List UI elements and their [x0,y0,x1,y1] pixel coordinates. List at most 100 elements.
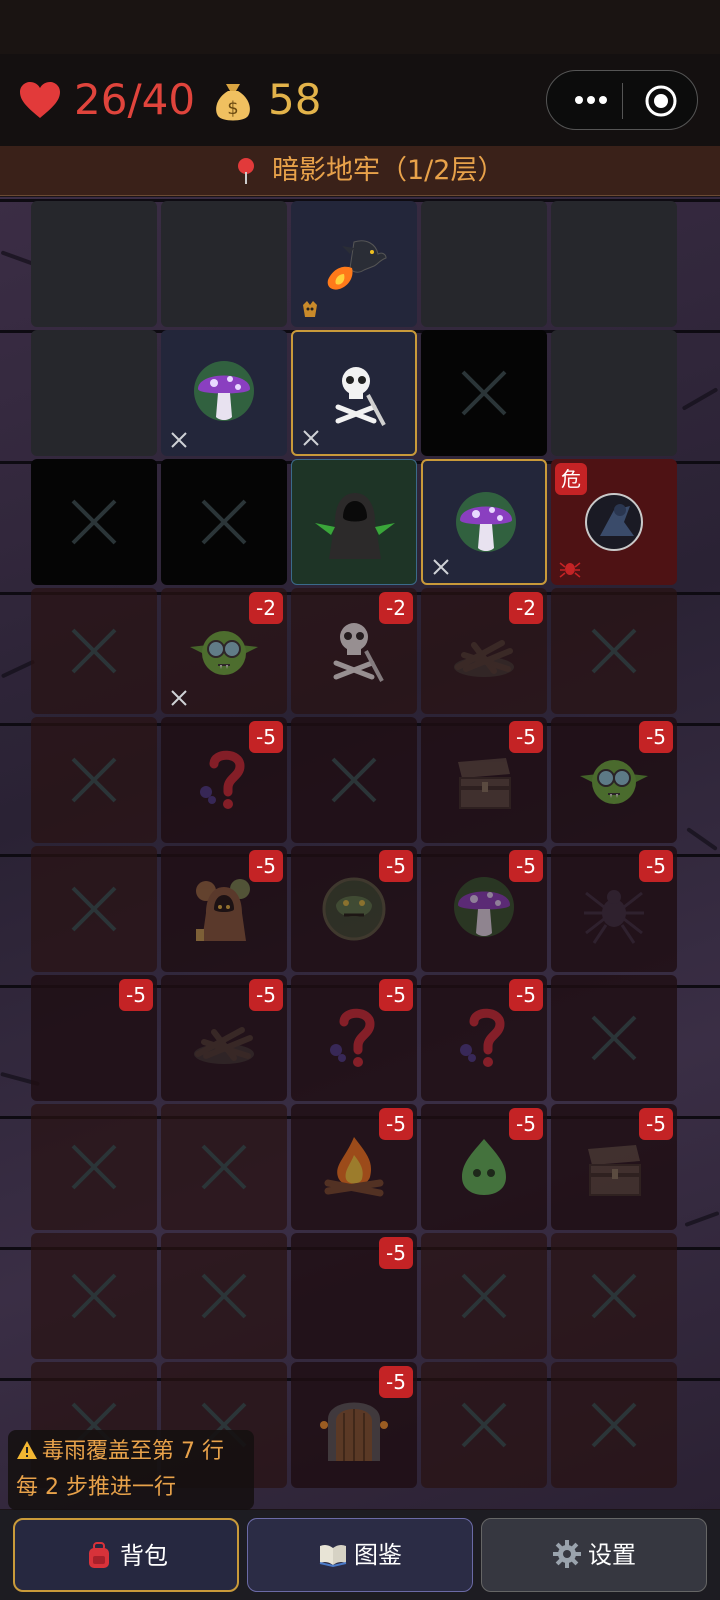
settings-label: 设置 [588,1541,636,1569]
board-cell[interactable] [161,330,287,456]
board-cell[interactable] [421,1233,547,1359]
damage-badge: -5 [509,1108,543,1140]
board-cell[interactable]: -5 [161,846,287,972]
board-cell[interactable]: -2 [421,588,547,714]
board-cell[interactable] [31,459,157,585]
codex-label: 图鉴 [354,1541,402,1569]
board-cell[interactable] [31,717,157,843]
blocked-x-icon [71,757,117,803]
board-cell[interactable]: -5 [421,1104,547,1230]
board-cell[interactable]: -5 [161,975,287,1101]
board-cell[interactable]: 危 [551,459,677,585]
bottom-nav: 背包 图鉴 设置 [0,1510,720,1600]
money-bag-icon: $ [216,84,250,121]
board-cell[interactable] [551,1233,677,1359]
capsule-divider [622,83,623,119]
board-cell[interactable] [551,975,677,1101]
blocked-x-icon [461,1273,507,1319]
damage-badge: -5 [379,1366,413,1398]
damage-badge: -2 [509,592,543,624]
board-cell[interactable]: -5 [551,1104,677,1230]
board-cell[interactable] [421,459,547,585]
dungeon-board: 危 -2 -2 -2 -5 -5 -5 -5 -5 -5 -5 -5 -5 -5 -5 -5 -5 -5 -5 -5 [0,197,720,1509]
svg-text:$: $ [227,98,238,119]
location-title: 暗影地牢（1/2层） [272,155,505,186]
board-cell[interactable]: -5 [291,975,417,1101]
crossed-swords-icon [171,432,187,448]
gold-counter: 58 [268,75,322,124]
damage-badge: -5 [249,979,283,1011]
board-cell[interactable] [161,459,287,585]
board-cell[interactable] [31,330,157,456]
blocked-x-icon [71,1273,117,1319]
damage-badge: -5 [509,850,543,882]
blocked-x-icon [71,1144,117,1190]
damage-badge: -5 [379,1108,413,1140]
board-cell[interactable] [161,1233,287,1359]
more-dots-icon[interactable] [571,88,611,112]
backpack-label: 背包 [120,1542,168,1570]
codex-button[interactable]: 图鉴 [247,1518,473,1592]
poison-rain-notice: 毒雨覆盖至第 7 行 每 2 步推进一行 [8,1430,254,1510]
board-cell[interactable] [551,1362,677,1488]
damage-badge: -5 [639,721,673,753]
fire-dragon-icon [327,240,387,290]
hooded-hero-icon [315,493,395,559]
blocked-x-icon [461,1402,507,1448]
damage-badge: -5 [379,1237,413,1269]
hp-counter: 26/40 [74,75,196,124]
board-cell[interactable] [31,1104,157,1230]
damage-badge: -5 [639,850,673,882]
backpack-button[interactable]: 背包 [13,1518,239,1592]
board-cell[interactable]: -2 [161,588,287,714]
top-hud: 26/40 $ 58 [0,54,720,146]
board-cell[interactable] [291,717,417,843]
board-cell[interactable] [551,588,677,714]
board-cell[interactable] [421,201,547,327]
target-close-icon[interactable] [643,83,679,119]
board-cell[interactable] [31,588,157,714]
board-cell[interactable]: -2 [291,588,417,714]
board-cell[interactable]: -5 [291,1362,417,1488]
board-cell[interactable] [421,330,547,456]
board-cell[interactable] [161,1104,287,1230]
board-cell[interactable] [31,1233,157,1359]
gear-icon [553,1540,581,1568]
danger-badge: 危 [555,463,587,495]
board-cell[interactable] [291,459,417,585]
board-cell[interactable]: -5 [551,717,677,843]
damage-badge: -2 [249,592,283,624]
board-cell[interactable] [291,201,417,327]
location-bar: 暗影地牢（1/2层） [0,146,720,196]
board-cell[interactable]: -5 [421,717,547,843]
crossed-swords-icon [171,690,187,706]
blocked-x-icon [591,1402,637,1448]
poison-mushroom-icon [194,361,254,421]
blocked-x-icon [71,886,117,932]
warning-icon [17,1441,37,1459]
board-cell[interactable] [31,201,157,327]
damage-badge: -5 [379,850,413,882]
board-cell[interactable] [551,330,677,456]
board-cell[interactable] [551,201,677,327]
board-cell[interactable] [291,330,417,456]
board-cell[interactable] [421,1362,547,1488]
board-cell[interactable] [161,201,287,327]
board-cell[interactable]: -5 [421,846,547,972]
board-cell[interactable]: -5 [291,846,417,972]
status-bar [0,0,720,54]
board-cell[interactable]: -5 [551,846,677,972]
damage-badge: -5 [509,979,543,1011]
notice-line-1: 毒雨覆盖至第 7 行 [42,1439,224,1464]
board-cell[interactable]: -5 [291,1233,417,1359]
board-cell[interactable]: -5 [291,1104,417,1230]
board-cell[interactable]: -5 [161,717,287,843]
board-cell[interactable] [31,846,157,972]
board-cell[interactable]: -5 [31,975,157,1101]
pin-icon [238,158,254,184]
spider-mini-icon [559,562,581,578]
heart-icon [20,82,60,118]
settings-button[interactable]: 设置 [481,1518,707,1592]
board-cell[interactable]: -5 [421,975,547,1101]
damage-badge: -5 [119,979,153,1011]
